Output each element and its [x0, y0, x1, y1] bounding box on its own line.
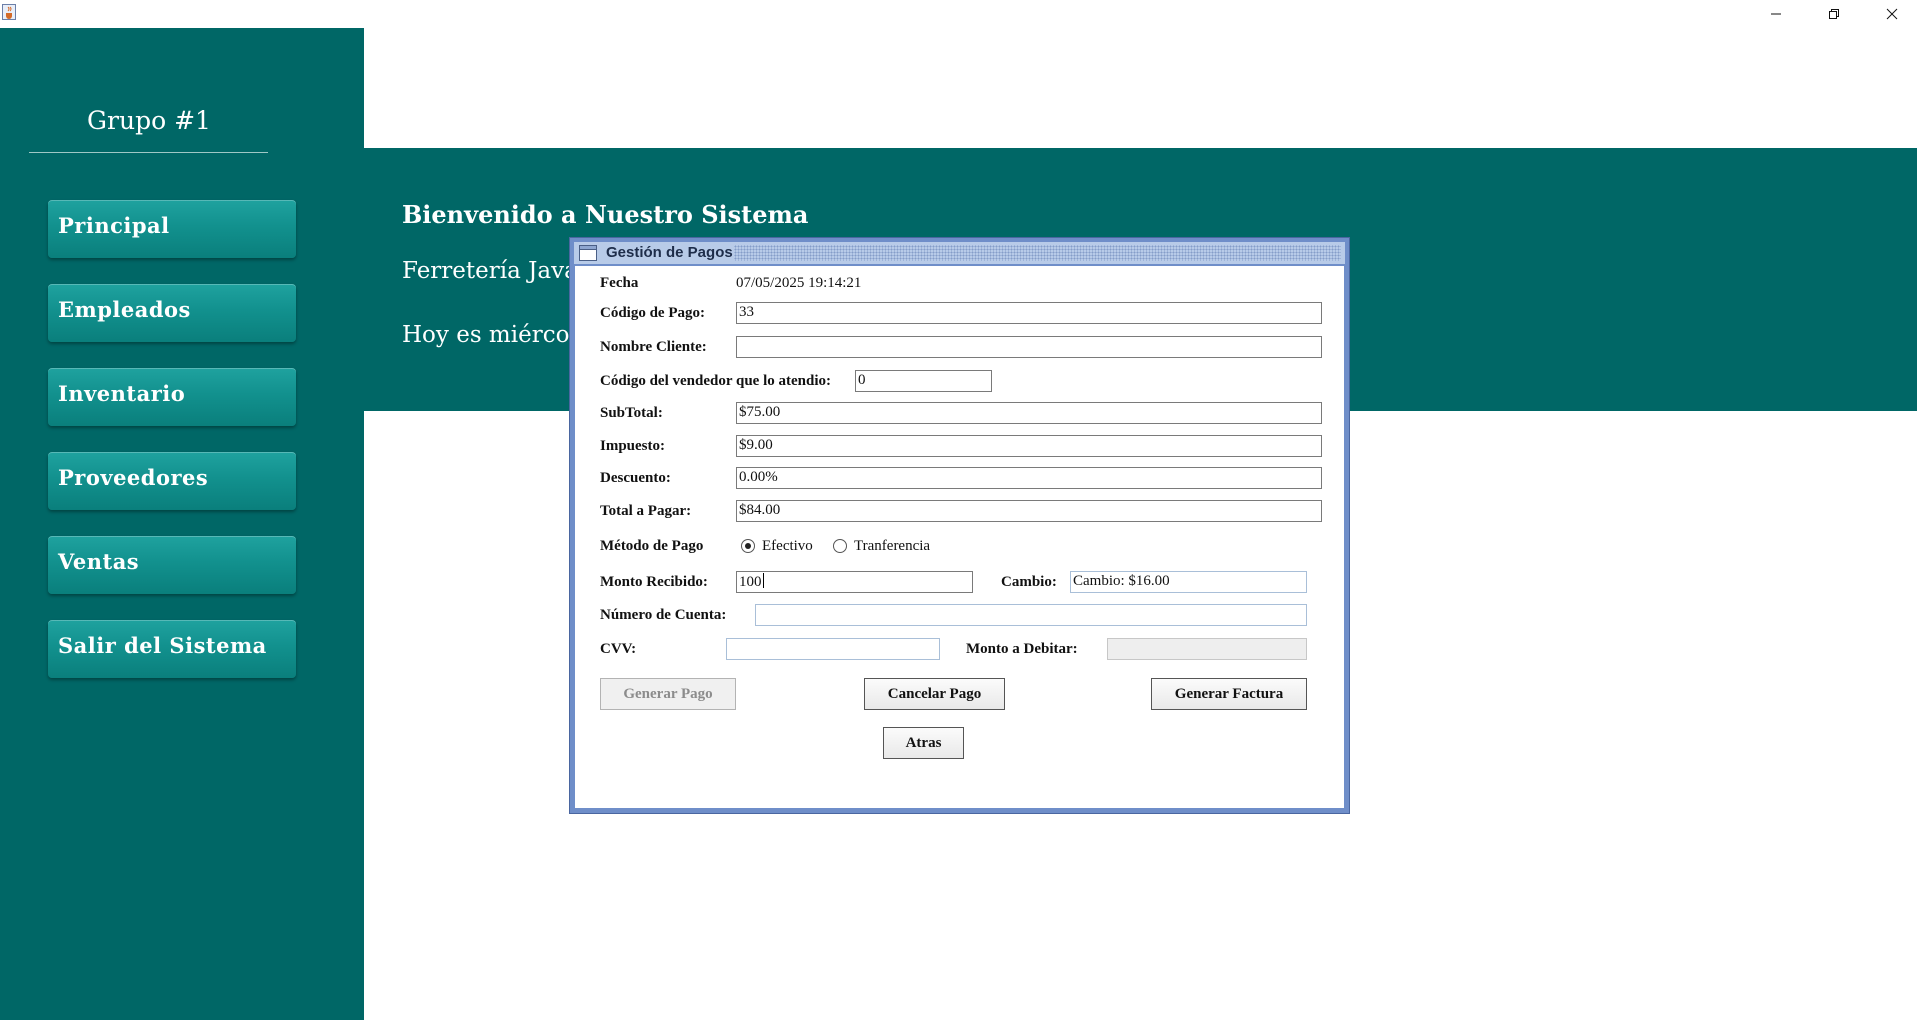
efectivo-radio[interactable] [741, 539, 755, 553]
cambio-field[interactable]: Cambio: $16.00 [1070, 571, 1307, 593]
cvv-field[interactable] [726, 638, 940, 660]
sidebar-item-principal[interactable]: Principal [48, 200, 296, 258]
monto-recibido-value: 100 [739, 574, 762, 590]
monto-debitar-label: Monto a Debitar: [966, 641, 1078, 657]
descuento-field[interactable]: 0.00% [736, 467, 1322, 489]
dialog-body: Fecha 07/05/2025 19:14:21 Código de Pago… [575, 266, 1344, 808]
sidebar: Grupo #1 Principal Empleados Inventario … [0, 28, 364, 1020]
dialog-title: Gestión de Pagos [606, 244, 733, 261]
close-icon[interactable] [1863, 0, 1917, 28]
cancelar-pago-button[interactable]: Cancelar Pago [864, 678, 1005, 710]
codigo-pago-label: Código de Pago: [600, 305, 705, 321]
window-frame-icon [579, 245, 597, 261]
efectivo-radio-label[interactable]: Efectivo [762, 538, 813, 555]
cambio-label: Cambio: [1001, 574, 1057, 590]
group-title-divider [29, 152, 268, 153]
today-date-text: Hoy es miércole [402, 322, 591, 348]
sidebar-item-ventas[interactable]: Ventas [48, 536, 296, 594]
titlebar-grip [734, 245, 1341, 261]
impuesto-label: Impuesto: [600, 438, 666, 454]
generar-pago-button[interactable]: Generar Pago [600, 678, 736, 710]
restore-icon[interactable] [1805, 0, 1863, 28]
descuento-label: Descuento: [600, 470, 671, 486]
cvv-label: CVV: [600, 641, 637, 657]
minimize-icon[interactable] [1747, 0, 1805, 28]
sidebar-item-proveedores[interactable]: Proveedores [48, 452, 296, 510]
store-name: Ferretería Java [402, 258, 578, 284]
vendedor-field[interactable]: 0 [855, 370, 992, 392]
numero-cuenta-field[interactable] [755, 604, 1307, 626]
text-caret [762, 573, 764, 588]
fecha-label: Fecha [600, 275, 639, 291]
window-titlebar [0, 0, 1917, 28]
nombre-cliente-label: Nombre Cliente: [600, 339, 707, 355]
metodo-pago-label: Método de Pago [600, 538, 704, 554]
java-coffee-icon [2, 4, 16, 20]
generar-factura-button[interactable]: Generar Factura [1151, 678, 1307, 710]
sidebar-item-salir[interactable]: Salir del Sistema [48, 620, 296, 678]
subtotal-label: SubTotal: [600, 405, 663, 421]
numero-cuenta-label: Número de Cuenta: [600, 607, 727, 623]
monto-recibido-label: Monto Recibido: [600, 574, 708, 590]
sidebar-item-empleados[interactable]: Empleados [48, 284, 296, 342]
nombre-cliente-field[interactable] [736, 336, 1322, 358]
total-label: Total a Pagar: [600, 503, 692, 519]
dialog-titlebar[interactable]: Gestión de Pagos [574, 242, 1345, 264]
transferencia-radio-label[interactable]: Tranferencia [854, 538, 930, 555]
subtotal-field[interactable]: $75.00 [736, 402, 1322, 424]
vendedor-label: Código del vendedor que lo atendio: [600, 373, 831, 389]
sidebar-item-inventario[interactable]: Inventario [48, 368, 296, 426]
atras-button[interactable]: Atras [883, 727, 964, 759]
transferencia-radio[interactable] [833, 539, 847, 553]
payment-dialog: Gestión de Pagos Fecha 07/05/2025 19:14:… [569, 237, 1350, 814]
monto-debitar-field [1107, 638, 1307, 660]
welcome-heading: Bienvenido a Nuestro Sistema [402, 200, 809, 229]
monto-recibido-field[interactable]: 100 [736, 571, 973, 593]
fecha-value: 07/05/2025 19:14:21 [736, 275, 862, 291]
total-field[interactable]: $84.00 [736, 500, 1322, 522]
impuesto-field[interactable]: $9.00 [736, 435, 1322, 457]
codigo-pago-field[interactable]: 33 [736, 302, 1322, 324]
group-title: Grupo #1 [87, 106, 211, 135]
